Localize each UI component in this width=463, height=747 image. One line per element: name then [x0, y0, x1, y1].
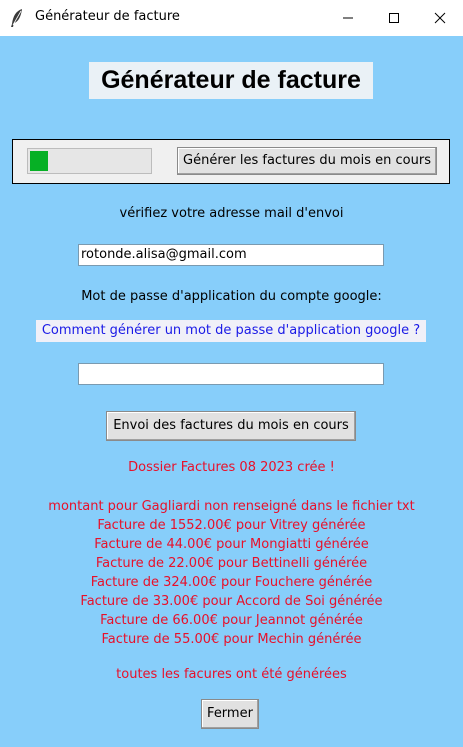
log-folder-created: Dossier Factures 08 2023 crée !	[128, 460, 335, 475]
email-field[interactable]: rotonde.alisa@gmail.com	[78, 244, 384, 266]
app-window: Générateur de facture Générateur de fact…	[0, 0, 463, 747]
password-label: Mot de passe d'application du compte goo…	[81, 289, 382, 304]
send-invoices-button[interactable]: Envoi des factures du mois en cours	[106, 411, 356, 441]
log-list: montant pour Gagliardi non renseigné dan…	[0, 497, 463, 649]
page-title: Générateur de facture	[89, 62, 373, 99]
log-line: montant pour Gagliardi non renseigné dan…	[48, 499, 415, 514]
generate-invoices-button[interactable]: Générer les factures du mois en cours	[177, 147, 437, 175]
generate-frame: Générer les factures du mois en cours	[12, 139, 450, 184]
maximize-button[interactable]	[371, 0, 417, 36]
log-line: Facture de 1552.00€ pour Vitrey générée	[97, 518, 366, 533]
email-label: vérifiez votre adresse mail d'envoi	[119, 206, 344, 221]
title-bar: Générateur de facture	[0, 0, 463, 36]
log-line: Facture de 55.00€ pour Mechin générée	[101, 632, 362, 647]
log-line: Facture de 44.00€ pour Mongiatti générée	[94, 537, 369, 552]
progress-fill	[30, 151, 48, 171]
close-icon	[434, 12, 446, 24]
minimize-button[interactable]	[325, 0, 371, 36]
help-link[interactable]: Comment générer un mot de passe d'applic…	[36, 320, 426, 342]
feather-icon	[9, 8, 25, 28]
close-button[interactable]: Fermer	[201, 699, 259, 729]
log-line: Facture de 22.00€ pour Bettinelli généré…	[95, 556, 368, 571]
window-title: Générateur de facture	[35, 9, 180, 24]
log-done: toutes les facures ont été générées	[116, 667, 347, 682]
log-line: Facture de 324.00€ pour Fouchere générée	[90, 575, 373, 590]
progress-bar	[27, 148, 152, 174]
log-line: Facture de 33.00€ pour Accord de Soi gén…	[80, 594, 383, 609]
maximize-icon	[389, 13, 399, 23]
minimize-icon	[343, 17, 353, 19]
main-content: Générateur de facture Générer les factur…	[0, 36, 463, 747]
password-field[interactable]	[78, 363, 384, 385]
log-line: Facture de 66.00€ pour Jeannot générée	[100, 613, 363, 628]
close-window-button[interactable]	[417, 0, 463, 36]
